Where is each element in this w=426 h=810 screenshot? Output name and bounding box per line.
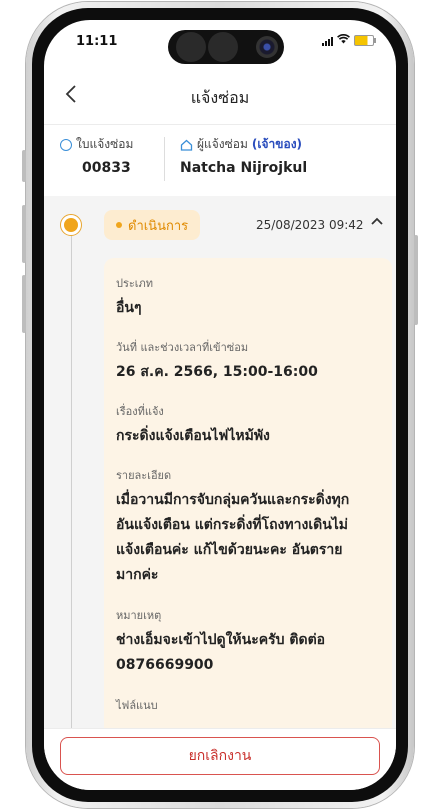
detail-card: ประเภท อื่นๆ วันที่ และช่วงเวลาที่เข้าซ่… [104,258,392,728]
status-datetime: 25/08/2023 09:42 [256,218,364,232]
type-value: อื่นๆ [116,300,142,316]
reporter-role: (เจ้าของ) [251,137,303,151]
ticket-number-block: ใบแจ้งซ่อม 00833 [60,135,133,176]
island-sensor [176,32,206,62]
camera-icon [256,36,278,58]
date-label: วันที่ และช่วงเวลาที่เข้าซ่อม [116,341,249,354]
reporter-block: ผู้แจ้งซ่อม (เจ้าของ) Natcha Nijrojkul [180,135,307,176]
subject-label: เรื่องที่แจ้ง [116,405,164,418]
reporter-name: Natcha Nijrojkul [180,160,308,176]
note-line: 0876669900 [116,657,214,673]
home-icon [180,139,193,151]
status-badge: ดำเนินการ [104,210,201,240]
description-line: แจ้งเตือนค่ะ แก้ไขด้วยนะคะ อันตราย [116,542,343,558]
reporter-label-row: ผู้แจ้งซ่อม (เจ้าของ) [180,135,307,154]
attachment-label: ไฟล์แนบ [116,699,158,712]
timeline-content: ดำเนินการ 25/08/2023 09:42 ประเภท อื่นๆ … [44,196,396,728]
reporter-label: ผู้แจ้งซ่อม [197,137,248,151]
status-time: 11:11 [76,34,118,49]
note-label: หมายเหตุ [116,609,162,622]
mute-switch [22,150,26,182]
info-divider [164,137,165,181]
status-icons [322,34,376,47]
collapse-toggle[interactable] [370,214,384,232]
ticket-number: 00833 [82,160,131,176]
footer-bar: ยกเลิกงาน [44,728,396,790]
description-line: อันแจ้งเตือน แต่กระดิ่งที่โถงทางเดินไม่ [116,517,349,533]
type-field: ประเภท อื่นๆ [116,274,384,321]
timeline-line [71,230,72,728]
ticket-label: ใบแจ้งซ่อม [76,137,134,151]
smile-icon [60,138,72,151]
app-header: แจ้งซ่อม [44,72,396,122]
cancel-job-button[interactable]: ยกเลิกงาน [60,737,380,775]
ticket-label-row: ใบแจ้งซ่อม [60,135,133,154]
date-field: วันที่ และช่วงเวลาที่เข้าซ่อม 26 ส.ค. 25… [116,338,384,385]
description-line: มากค่ะ [116,567,159,583]
power-button [414,235,418,325]
note-value: ช่างเอ็มจะเข้าไปดูให้นะครับ ติดต่อ 08766… [116,628,384,678]
chevron-up-icon [371,217,383,225]
ticket-info: ใบแจ้งซ่อม 00833 ผู้แจ้งซ่อม (เจ้าของ) N… [44,124,396,195]
subject-value: กระดิ่งแจ้งเตือนไฟไหม้พัง [116,428,270,444]
note-field: หมายเหตุ ช่างเอ็มจะเข้าไปดูให้นะครับ ติด… [116,606,384,678]
description-label: รายละเอียด [116,469,172,482]
description-value: เมื่อวานมีการจับกลุ่มควันและกระดิ่งทุก อ… [116,488,384,588]
status-text: ดำเนินการ [128,218,189,234]
volume-up-button [22,205,26,263]
description-field: รายละเอียด เมื่อวานมีการจับกลุ่มควันและก… [116,466,384,588]
timeline-dot [60,214,82,236]
volume-down-button [22,275,26,333]
island-sensor [208,32,238,62]
attachment-field: ไฟล์แนบ [116,696,384,714]
status-dot [116,222,122,228]
dynamic-island [168,30,284,64]
subject-field: เรื่องที่แจ้ง กระดิ่งแจ้งเตือนไฟไหม้พัง [116,402,384,449]
description-line: เมื่อวานมีการจับกลุ่มควันและกระดิ่งทุก [116,492,350,508]
battery-icon [354,35,376,46]
date-value: 26 ส.ค. 2566, 15:00-16:00 [116,364,318,380]
wifi-icon [337,34,350,47]
type-label: ประเภท [116,277,154,290]
note-line: ช่างเอ็มจะเข้าไปดูให้นะครับ ติดต่อ [116,632,326,648]
page-title: แจ้งซ่อม [190,88,250,107]
screen: 11:11 แจ้งซ่อม ใบแจ้งซ่อม 00833 ผู้แจ้งซ… [44,20,396,790]
signal-icon [322,36,333,46]
